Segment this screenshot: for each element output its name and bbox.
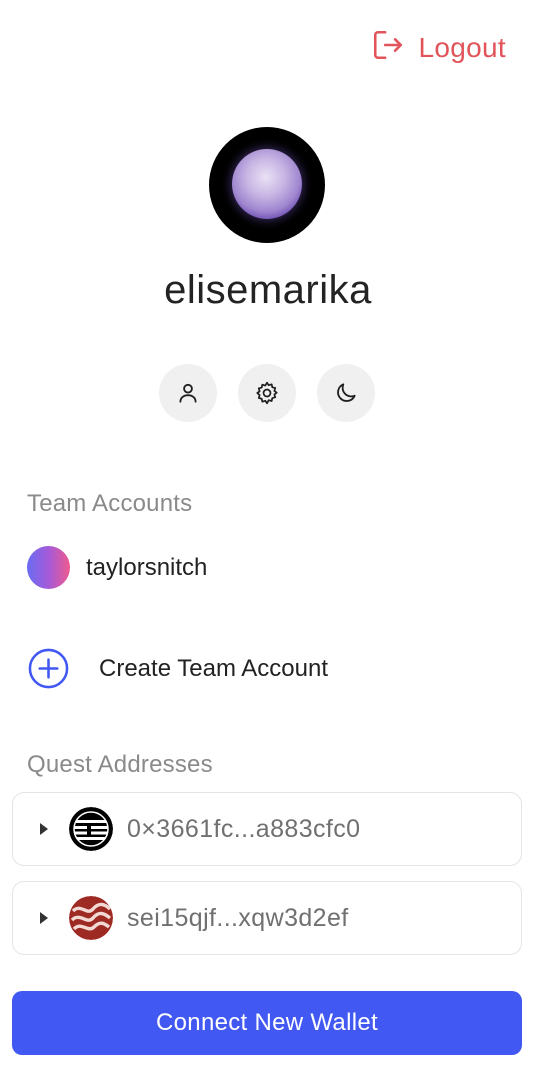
avatar <box>209 127 325 243</box>
wallet-address: 0×3661fc...a883cfc0 <box>127 814 361 843</box>
logout-icon <box>371 28 405 67</box>
caret-right-icon[interactable] <box>40 823 48 835</box>
profile-panel: Logout elisemarika Team Accounts taylors… <box>0 0 536 1066</box>
create-team-account-button[interactable]: Create Team Account <box>27 647 328 690</box>
team-avatar <box>27 546 70 589</box>
sei-waves-logo <box>69 896 113 940</box>
profile-button[interactable] <box>159 364 217 422</box>
team-account-name: taylorsnitch <box>86 553 208 581</box>
moon-icon <box>337 383 356 402</box>
wallet-address: sei15qjf...xqw3d2ef <box>127 903 349 932</box>
theme-toggle-button[interactable] <box>317 364 375 422</box>
gear-icon <box>256 381 278 405</box>
team-accounts-heading: Team Accounts <box>27 490 193 517</box>
wallet-item[interactable]: sei15qjf...xqw3d2ef <box>12 881 522 955</box>
plus-circle-icon <box>28 648 69 689</box>
team-account-item[interactable]: taylorsnitch <box>27 546 207 589</box>
wallet-item[interactable]: 0×3661fc...a883cfc0 <box>12 792 522 866</box>
create-team-account-label: Create Team Account <box>99 654 329 682</box>
caret-right-icon[interactable] <box>40 912 48 924</box>
settings-button[interactable] <box>238 364 296 422</box>
ethereum-stripes-logo <box>69 807 113 851</box>
logout-button[interactable]: Logout <box>371 28 506 67</box>
user-icon <box>179 383 197 403</box>
avatar-orb <box>232 149 302 219</box>
connect-new-wallet-button[interactable]: Connect New Wallet <box>12 991 522 1055</box>
username: elisemarika <box>164 268 372 312</box>
logout-label: Logout <box>418 31 506 63</box>
quest-addresses-heading: Quest Addresses <box>27 751 213 778</box>
